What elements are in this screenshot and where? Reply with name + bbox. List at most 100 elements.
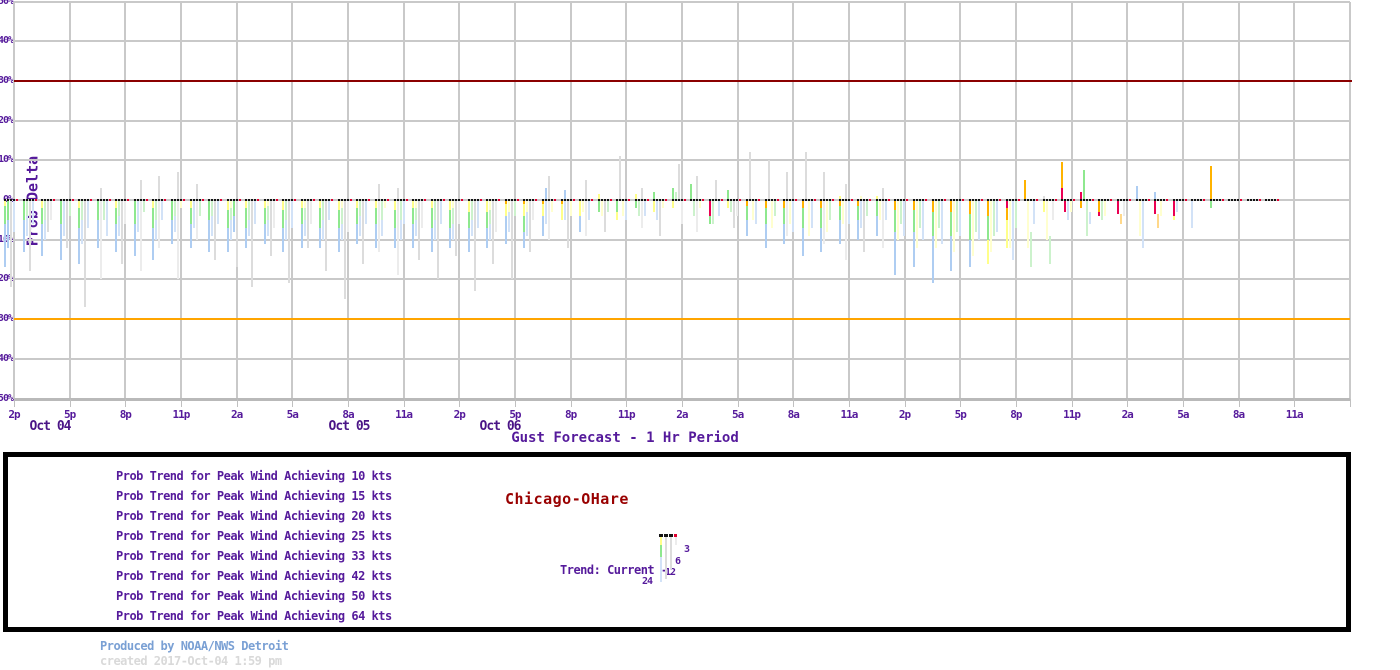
x-tick-mark xyxy=(514,399,516,407)
bar-segment xyxy=(195,184,198,200)
bar-segment xyxy=(1157,213,1160,228)
bar-segment xyxy=(736,200,739,216)
bar-segment xyxy=(727,200,730,208)
bar-segment xyxy=(266,205,269,220)
zero-cap-current xyxy=(1240,199,1243,201)
zero-cap xyxy=(158,199,161,201)
zero-cap xyxy=(1194,199,1197,201)
bar-segment xyxy=(1005,200,1008,208)
zero-cap-current xyxy=(164,199,167,201)
bar-segment xyxy=(418,200,421,260)
zero-cap-current xyxy=(238,199,241,201)
zero-cap xyxy=(736,199,739,201)
x-tick-label: 11a xyxy=(1285,408,1304,421)
bar-segment xyxy=(903,200,906,236)
bar-segment xyxy=(585,180,588,200)
bar-segment xyxy=(950,211,953,236)
bar-segment xyxy=(544,200,547,224)
bar-segment xyxy=(78,227,81,264)
bar-segment xyxy=(300,223,303,248)
bar-segment xyxy=(547,200,550,240)
bar-segment xyxy=(990,200,993,252)
bar-segment xyxy=(616,200,619,212)
zero-cap xyxy=(690,199,693,201)
zero-cap-current xyxy=(1054,199,1057,201)
bar-segment xyxy=(823,200,826,244)
gust-forecast-page: 50%40%30%20%10%0%-10%-20%-30%-40%-50%2p5… xyxy=(0,0,1400,670)
zero-cap xyxy=(1197,199,1200,201)
bar-segment xyxy=(232,200,235,216)
zero-cap xyxy=(662,199,665,201)
zero-cap xyxy=(189,199,192,201)
zero-cap xyxy=(31,199,34,201)
zero-cap xyxy=(680,199,683,201)
x-tick-label: 5a xyxy=(731,408,744,421)
zero-cap-current xyxy=(331,199,334,201)
bar-segment xyxy=(362,200,365,264)
trend-bar-segment xyxy=(670,537,672,569)
bar-segment xyxy=(285,219,288,240)
bar-segment xyxy=(78,200,81,208)
bar-segment xyxy=(1045,200,1048,240)
bar-segment xyxy=(1123,200,1125,216)
zero-cap xyxy=(823,199,826,201)
zero-cap xyxy=(749,199,751,201)
zero-cap xyxy=(226,199,229,201)
zero-cap xyxy=(121,199,124,201)
bar-segment xyxy=(430,227,433,252)
bar-segment xyxy=(309,200,312,224)
bar-segment xyxy=(384,200,386,208)
zero-cap xyxy=(47,199,50,201)
bar-segment xyxy=(31,200,34,224)
x-tick-mark xyxy=(292,399,294,407)
trend-bar-segment xyxy=(660,545,662,557)
zero-cap xyxy=(894,199,897,201)
bar-segment xyxy=(996,200,999,232)
zero-cap xyxy=(783,199,786,201)
bar-segment xyxy=(152,200,155,208)
bar-segment xyxy=(1172,200,1175,216)
zero-cap xyxy=(384,199,386,201)
zero-cap-current xyxy=(572,199,575,201)
bar-segment xyxy=(449,200,452,210)
zero-cap xyxy=(245,199,248,201)
zero-cap-current xyxy=(1036,199,1039,201)
zero-cap-current xyxy=(553,199,556,201)
credit-produced-by: Produced by NOAA/NWS Detroit xyxy=(100,639,289,653)
bar-segment xyxy=(582,200,585,212)
zero-cap xyxy=(637,199,640,201)
bar-segment xyxy=(640,200,643,228)
zero-cap xyxy=(921,199,924,201)
bar-segment xyxy=(396,200,399,276)
bar-segment xyxy=(41,223,44,256)
zero-cap xyxy=(1014,199,1017,201)
zero-cap xyxy=(1157,199,1160,201)
y-tick-label: 20% xyxy=(0,114,14,126)
bar-segment xyxy=(322,219,325,240)
bar-segment xyxy=(1141,200,1144,248)
bar-segment xyxy=(767,160,770,200)
y-tick-label: 30% xyxy=(0,74,14,86)
bar-segment xyxy=(677,164,680,200)
bar-segment xyxy=(625,200,628,220)
legend-item-label: Prob Trend for Peak Wind Achieving 50 kt… xyxy=(116,589,392,603)
bar-segment xyxy=(541,215,544,236)
zero-cap-current xyxy=(349,199,352,201)
zero-cap xyxy=(541,199,544,201)
zero-cap xyxy=(399,199,402,201)
bar-segment xyxy=(189,223,192,248)
bar-segment xyxy=(455,200,458,256)
zero-cap xyxy=(436,199,439,201)
bar-segment xyxy=(912,231,915,268)
plot-area: 50%40%30%20%10%0%-10%-20%-30%-40%-50%2p5… xyxy=(0,0,1400,450)
zero-cap xyxy=(217,199,220,201)
y-tick-label: -50% xyxy=(0,392,14,404)
bar-segment xyxy=(659,200,662,236)
x-tick-label: 11p xyxy=(1063,408,1081,421)
zero-cap xyxy=(1070,199,1073,201)
bar-segment xyxy=(820,200,823,208)
zero-cap xyxy=(303,199,306,201)
bar-segment xyxy=(977,200,980,240)
zero-cap xyxy=(937,199,940,201)
bar-segment xyxy=(303,219,306,236)
